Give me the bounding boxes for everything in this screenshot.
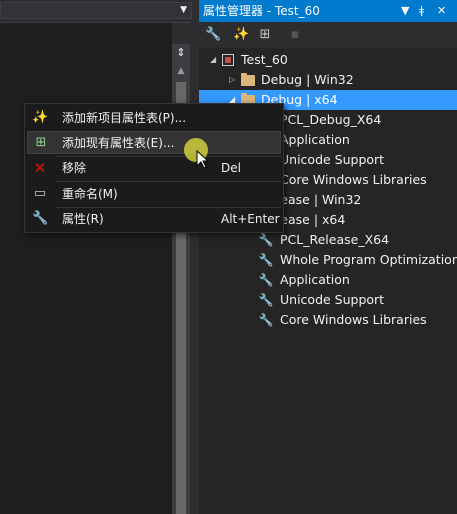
tree-item-label: Whole Program Optimization	[280, 252, 457, 267]
tree-item-label: Unicode Support	[280, 292, 385, 307]
wrench-icon: 🔧	[258, 293, 274, 307]
window-position-dropdown-icon[interactable]: ▼	[401, 0, 409, 22]
menu-item-shortcut: Alt+Enter	[221, 212, 280, 226]
folder-icon	[240, 72, 256, 88]
context-menu: ✨ 添加新项目属性表(P)... ⊞ 添加现有属性表(E)... ✕ 移除 De…	[24, 103, 284, 233]
panel-title: 属性管理器 - Test_60	[203, 4, 320, 18]
tree-config-row[interactable]: ▷ Debug | Win32	[199, 70, 457, 90]
close-icon[interactable]: ✕	[437, 0, 446, 22]
menu-item-label: 添加新项目属性表(P)...	[62, 111, 187, 125]
wrench-icon: 🔧	[32, 211, 49, 226]
menu-item-label: 重命名(M)	[62, 187, 118, 201]
menu-item-properties[interactable]: 🔧 属性(R) Alt+Enter	[27, 208, 281, 231]
tree-project-row[interactable]: ◢ Test_60	[199, 50, 457, 70]
tree-sheet-row[interactable]: 🔧 Whole Program Optimization	[199, 250, 457, 270]
tree-item-label: Core Windows Libraries	[280, 172, 427, 187]
project-label: Test_60	[241, 52, 288, 67]
wrench-icon[interactable]: 🔧	[205, 27, 221, 43]
project-icon	[220, 52, 236, 68]
wrench-icon: 🔧	[258, 273, 274, 287]
menu-item-shortcut: Del	[221, 161, 241, 175]
expanded-arrow-icon[interactable]: ◢	[210, 50, 216, 70]
tree-item-label: PCL_Release_X64	[280, 232, 390, 247]
tree-sheet-row[interactable]: 🔧 Unicode Support	[199, 290, 457, 310]
existing-sheet-icon[interactable]: ⊞	[257, 27, 273, 43]
tree-item-label: Debug | Win32	[261, 72, 354, 87]
panel-toolbar: 🔧 ✨ ⊞ ▪	[199, 22, 457, 48]
split-window-icon[interactable]: ⇕	[172, 44, 190, 62]
panel-title-bar: 属性管理器 - Test_60 ▼ ǂ ✕	[199, 0, 457, 22]
tree-sheet-row[interactable]: 🔧 Core Windows Libraries	[199, 310, 457, 330]
menu-item-label: 属性(R)	[62, 212, 104, 226]
code-editor[interactable]	[0, 22, 172, 514]
chevron-down-icon: ▼	[180, 5, 187, 15]
tree-sheet-row[interactable]: 🔧 PCL_Release_X64	[199, 230, 457, 250]
new-sheet-icon: ✨	[32, 110, 49, 125]
tree-item-label: Application	[280, 272, 350, 287]
existing-sheet-icon: ⊞	[35, 135, 47, 150]
wrench-icon: 🔧	[258, 233, 274, 247]
tree-item-label: PCL_Debug_X64	[280, 112, 382, 127]
tree-item-label: Unicode Support	[280, 152, 385, 167]
menu-separator	[56, 181, 281, 182]
divider	[0, 22, 190, 23]
save-icon: ▪	[290, 27, 300, 42]
pin-icon[interactable]: ǂ	[419, 0, 424, 22]
menu-item-remove[interactable]: ✕ 移除 Del	[27, 157, 281, 180]
tree-sheet-row[interactable]: 🔧 Application	[199, 270, 457, 290]
rename-icon: ▭	[33, 186, 47, 201]
editor-member-dropdown[interactable]: ▼	[0, 2, 192, 19]
menu-item-add-new-property-sheet[interactable]: ✨ 添加新项目属性表(P)...	[27, 107, 281, 130]
menu-item-label: 添加现有属性表(E)...	[62, 136, 175, 150]
remove-x-icon: ✕	[33, 159, 47, 177]
tree-item-label: Core Windows Libraries	[280, 312, 427, 327]
menu-item-label: 移除	[62, 161, 87, 175]
mouse-cursor-icon	[196, 150, 210, 169]
new-sheet-icon[interactable]: ✨	[233, 27, 249, 43]
wrench-icon: 🔧	[258, 313, 274, 327]
wrench-icon: 🔧	[258, 253, 274, 267]
scroll-up-arrow-icon[interactable]: ▲	[172, 62, 190, 80]
menu-item-add-existing-property-sheet[interactable]: ⊞ 添加现有属性表(E)...	[27, 131, 281, 154]
collapsed-arrow-icon[interactable]: ▷	[229, 70, 235, 90]
tree-item-label: Application	[280, 132, 350, 147]
property-manager-panel: 属性管理器 - Test_60 ▼ ǂ ✕ 🔧 ✨ ⊞ ▪ ◢ Test_60 …	[199, 0, 457, 514]
menu-item-rename[interactable]: ▭ 重命名(M)	[27, 183, 281, 206]
